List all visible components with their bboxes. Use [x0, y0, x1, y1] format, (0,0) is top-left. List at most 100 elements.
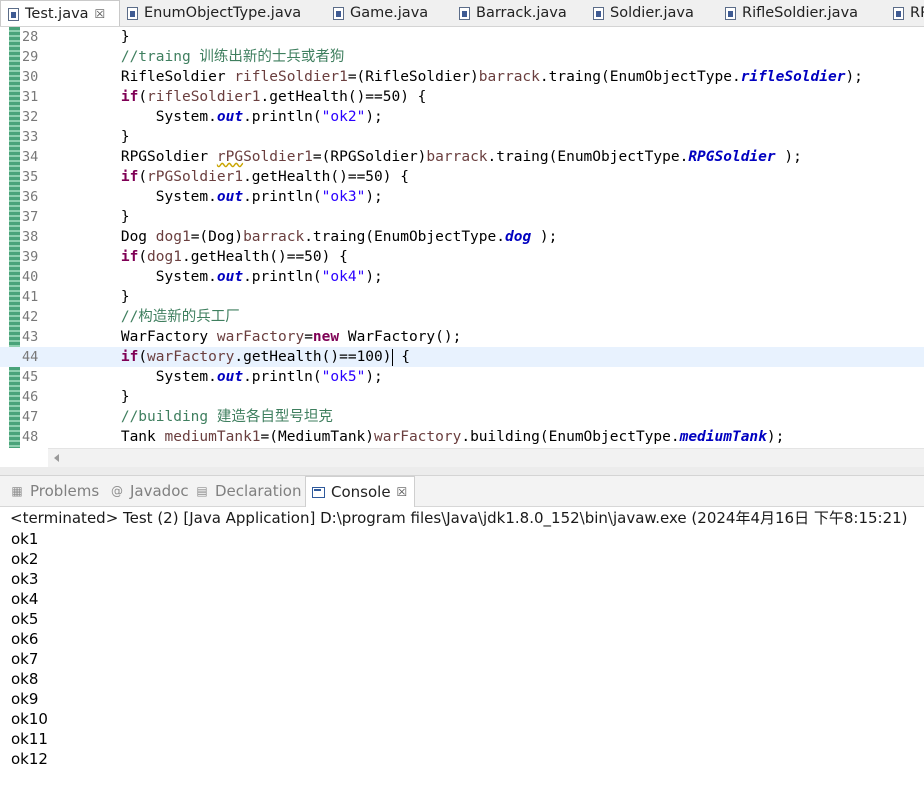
line-number: 43 [22, 329, 39, 345]
tab-console[interactable]: Console ☒ [305, 476, 415, 507]
tab-javadoc[interactable]: @ Javadoc [110, 476, 189, 506]
line-number: 37 [22, 209, 39, 225]
console-output[interactable]: ok1 ok2 ok3 ok4 ok5 ok6 ok7 ok8 ok9 ok10… [11, 529, 48, 769]
code-text: Dog dog1=(Dog)barrack.traing(EnumObjectT… [51, 229, 558, 245]
tab-soldier-java[interactable]: Soldier.java [586, 0, 694, 26]
line-number: 31 [22, 89, 39, 105]
line-number: 29 [22, 49, 39, 65]
code-line[interactable]: 29 //traing 训练出新的士兵或者狗 [0, 47, 924, 67]
console-line: ok6 [11, 630, 39, 648]
java-file-icon [725, 6, 736, 20]
line-number: 35 [22, 169, 39, 185]
console-line: ok4 [11, 590, 39, 608]
line-number: 40 [22, 269, 39, 285]
code-line[interactable]: 33 } [0, 127, 924, 147]
line-number: 39 [22, 249, 39, 265]
console-line: ok9 [11, 690, 39, 708]
console-status-header: <terminated> Test (2) [Java Application]… [10, 509, 908, 527]
code-text: } [51, 209, 130, 225]
console-line: ok11 [11, 730, 48, 748]
tab-declaration[interactable]: ▤ Declaration [195, 476, 301, 506]
code-text: if(rPGSoldier1.getHealth()==50) { [120, 169, 409, 185]
close-icon[interactable]: ☒ [95, 7, 106, 21]
tab-label: RP [910, 5, 924, 21]
line-number: 36 [22, 189, 39, 205]
code-text: System.out.println("ok2"); [51, 109, 383, 125]
problems-icon: ▦ [11, 484, 23, 498]
view-tab-bar: ▦ Problems @ Javadoc ▤ Declaration Conso… [0, 476, 924, 507]
declaration-icon: ▤ [196, 484, 208, 498]
line-number: 46 [22, 389, 39, 405]
close-icon[interactable]: ☒ [397, 485, 408, 499]
console-line: ok2 [11, 550, 39, 568]
tab-riflesoldier-java[interactable]: RifleSoldier.java [718, 0, 858, 26]
code-line[interactable]: 32 System.out.println("ok2"); [0, 107, 924, 127]
java-file-icon [459, 6, 470, 20]
console-line: ok1 [11, 530, 39, 548]
tab-game-java[interactable]: Game.java [326, 0, 428, 26]
tab-problems[interactable]: ▦ Problems [10, 476, 99, 506]
line-number: 41 [22, 289, 39, 305]
line-number: 42 [22, 309, 39, 325]
console-line: ok5 [11, 610, 39, 628]
console-line: ok12 [11, 750, 48, 768]
code-text: Tank mediumTank1=(MediumTank)warFactory.… [51, 429, 785, 445]
code-line[interactable]: 42 //构造新的兵工厂 [0, 307, 924, 327]
java-file-icon [593, 6, 604, 20]
code-line[interactable]: 38 Dog dog1=(Dog)barrack.traing(EnumObje… [0, 227, 924, 247]
code-text: if(dog1.getHealth()==50) { [120, 249, 348, 265]
code-line[interactable]: 46 } [0, 387, 924, 407]
code-text: } [51, 29, 130, 45]
console-line: ok7 [11, 650, 39, 668]
code-line[interactable]: 28 } [0, 27, 924, 47]
code-text: System.out.println("ok5"); [51, 369, 383, 385]
horizontal-scrollbar[interactable] [48, 448, 924, 467]
code-text: System.out.println("ok4"); [51, 269, 383, 285]
line-number: 48 [22, 429, 39, 445]
tab-label: Console [331, 483, 391, 501]
code-line[interactable]: 41 } [0, 287, 924, 307]
line-number: 34 [22, 149, 39, 165]
code-line-current[interactable]: 44 if(warFactory.getHealth()==100) { [0, 347, 924, 367]
tab-overflow[interactable]: RP [886, 0, 924, 26]
java-file-icon [893, 6, 904, 20]
code-text: } [51, 389, 130, 405]
line-number: 32 [22, 109, 39, 125]
code-line[interactable]: 48 Tank mediumTank1=(MediumTank)warFacto… [0, 427, 924, 447]
code-text: } [51, 289, 130, 305]
console-line: ok10 [11, 710, 48, 728]
code-text: RPGSoldier rPGSoldier1=(RPGSoldier)barra… [51, 149, 802, 165]
tab-barrack-java[interactable]: Barrack.java [452, 0, 567, 26]
code-line[interactable]: 36 System.out.println("ok3"); [0, 187, 924, 207]
tab-label: Problems [30, 482, 100, 500]
line-number: 44 [22, 349, 39, 365]
console-line: ok3 [11, 570, 39, 588]
code-editor[interactable]: 28 } 29 //traing 训练出新的士兵或者狗 30 RifleSold… [0, 27, 924, 448]
tab-label: Declaration [215, 482, 302, 500]
tab-label: EnumObjectType.java [144, 5, 302, 21]
tab-label: Game.java [350, 5, 429, 21]
line-number: 45 [22, 369, 39, 385]
code-line[interactable]: 39 if(dog1.getHealth()==50) { [0, 247, 924, 267]
code-text: System.out.println("ok3"); [51, 189, 383, 205]
code-line[interactable]: 31 if(rifleSoldier1.getHealth()==50) { [0, 87, 924, 107]
line-number: 30 [22, 69, 39, 85]
code-line[interactable]: 45 System.out.println("ok5"); [0, 367, 924, 387]
console-icon [312, 486, 325, 498]
scroll-left-arrow-icon[interactable] [54, 454, 59, 462]
code-line[interactable]: 34 RPGSoldier rPGSoldier1=(RPGSoldier)ba… [0, 147, 924, 167]
code-line[interactable]: 40 System.out.println("ok4"); [0, 267, 924, 287]
tab-enumobjecttype-java[interactable]: EnumObjectType.java [120, 0, 301, 26]
line-number: 47 [22, 409, 39, 425]
code-line[interactable]: 47 //building 建造各自型号坦克 [0, 407, 924, 427]
editor-tab-bar: Test.java ☒ EnumObjectType.java Game.jav… [0, 0, 924, 27]
java-file-icon [333, 6, 344, 20]
code-line[interactable]: 43 WarFactory warFactory=new WarFactory(… [0, 327, 924, 347]
panel-separator[interactable] [0, 467, 924, 476]
code-line[interactable]: 37 } [0, 207, 924, 227]
tab-test-java[interactable]: Test.java ☒ [0, 0, 120, 26]
code-line[interactable]: 30 RifleSoldier rifleSoldier1=(RifleSold… [0, 67, 924, 87]
code-text: if(rifleSoldier1.getHealth()==50) { [120, 89, 427, 105]
code-line[interactable]: 35 if(rPGSoldier1.getHealth()==50) { [0, 167, 924, 187]
code-text: //traing 训练出新的士兵或者狗 [120, 49, 345, 65]
